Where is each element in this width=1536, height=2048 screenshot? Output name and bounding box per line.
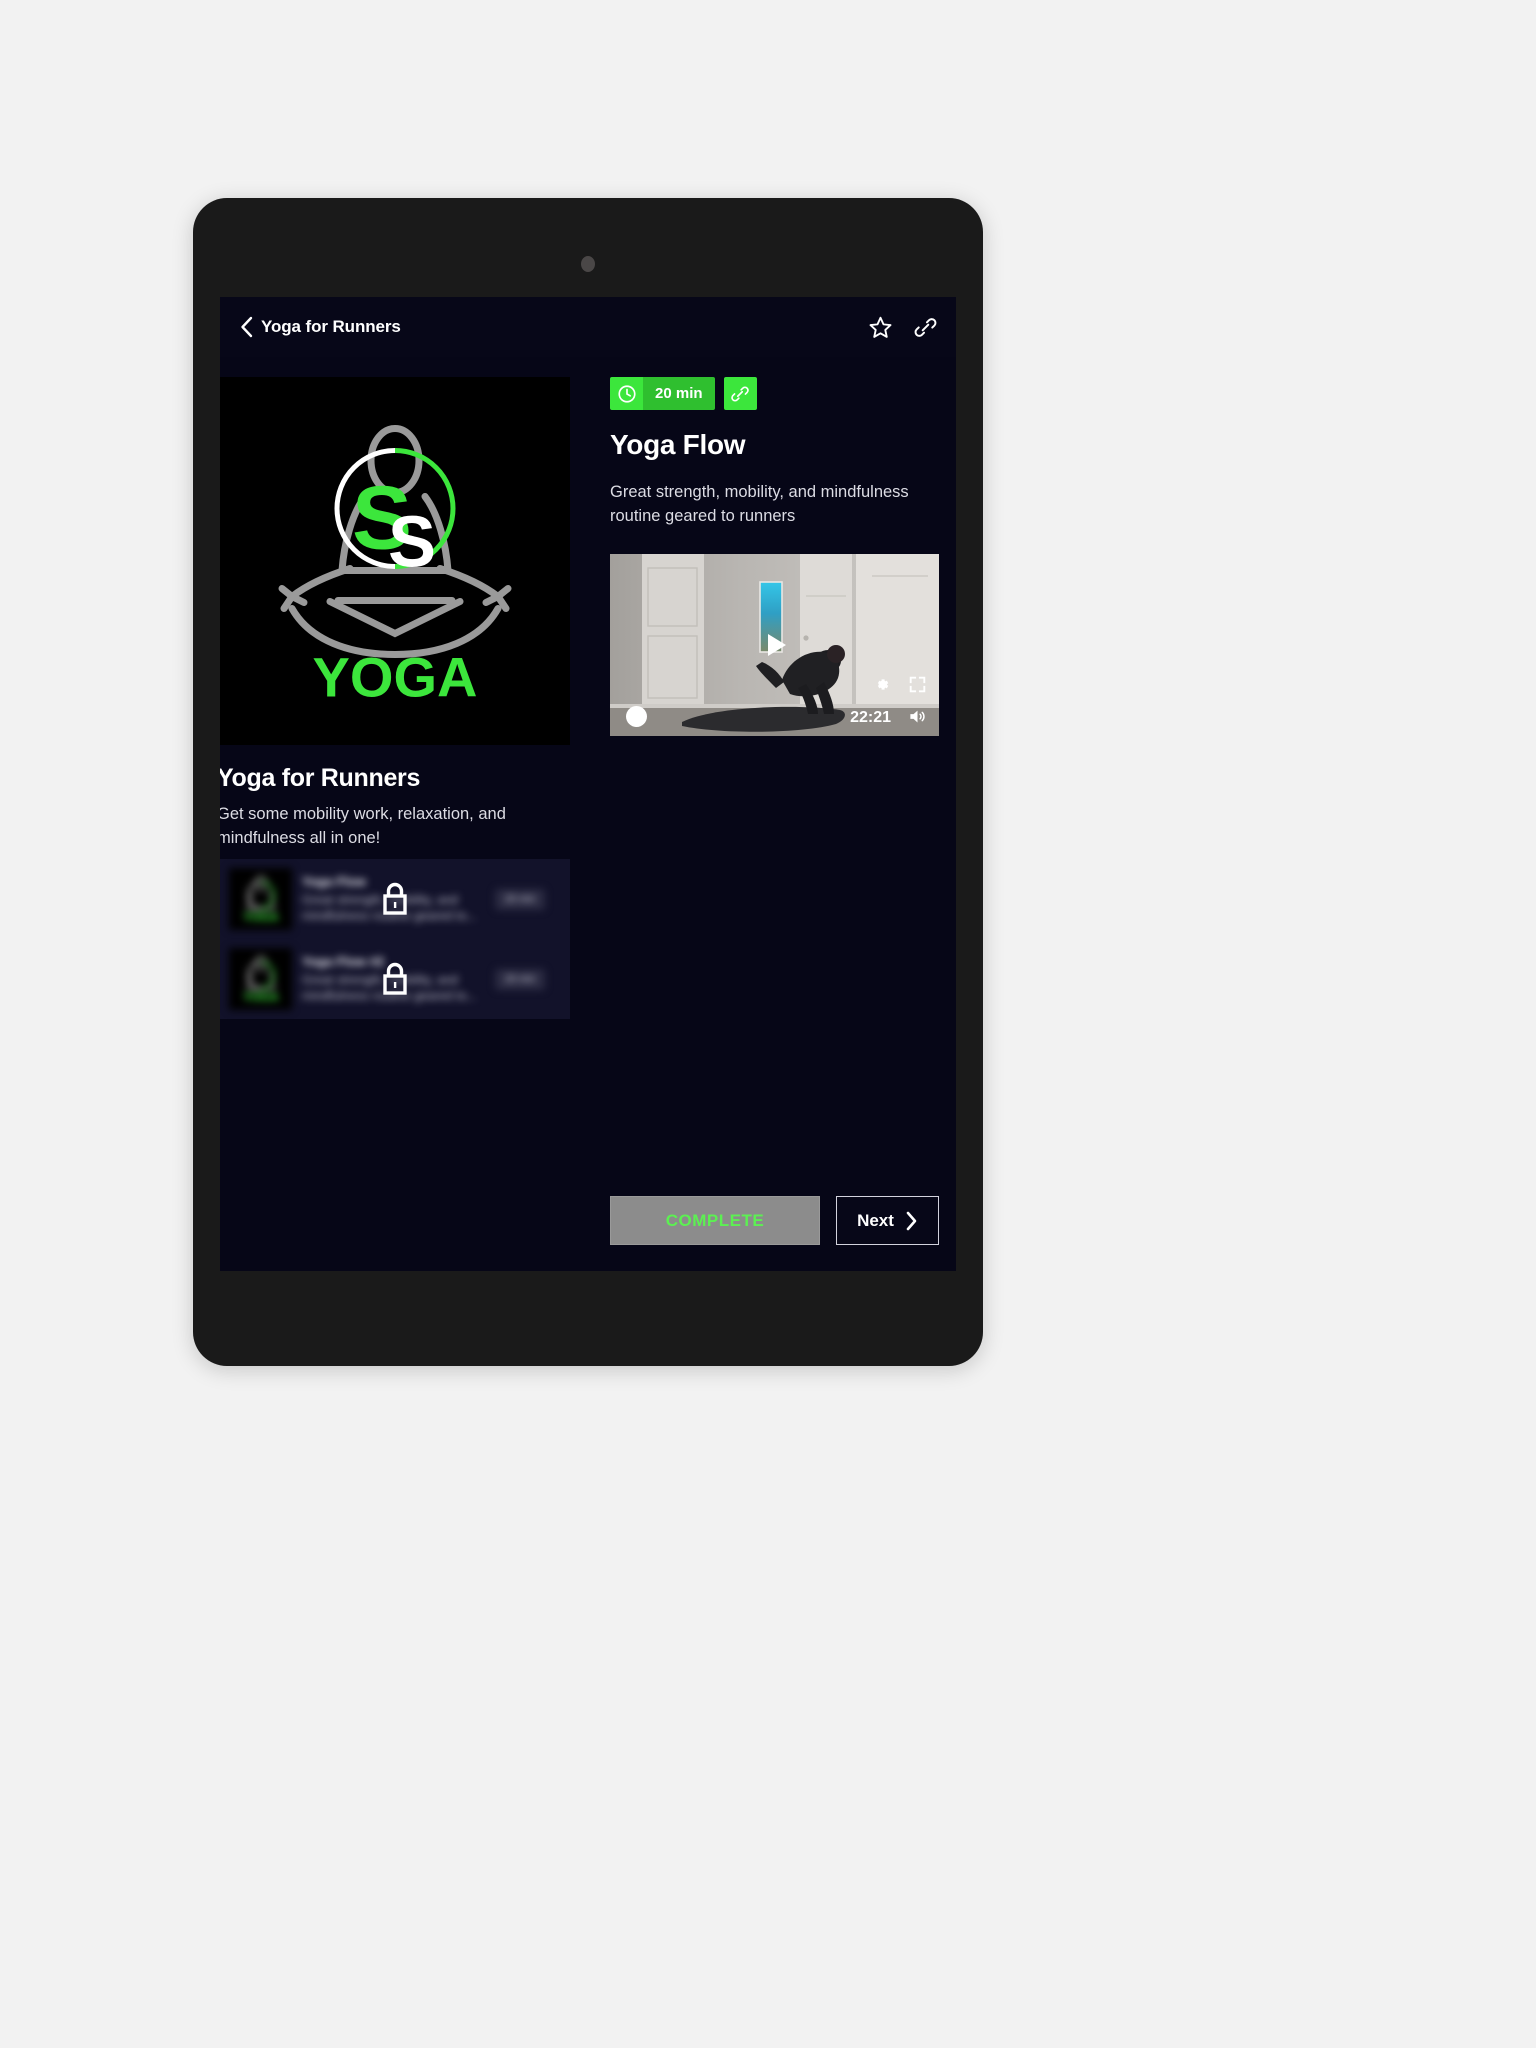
header-actions [868, 315, 938, 340]
course-detail-column: S S YOGA Yoga for Runners Get some mobil… [220, 377, 570, 1271]
front-camera-dot [581, 256, 595, 272]
yoga-logo-thumbnail-icon: YOGA [243, 955, 279, 1004]
link-icon[interactable] [913, 315, 938, 340]
video-scrubber-handle[interactable] [626, 706, 647, 727]
video-time-label: 22:21 [850, 709, 891, 726]
lesson-thumbnail: YOGA [229, 868, 292, 930]
lesson-detail-column: 20 min Yoga Flow Great strength, mobilit… [610, 377, 940, 736]
lesson-title: Yoga Flow [610, 429, 746, 460]
video-player[interactable]: 22:21 [610, 554, 939, 736]
svg-text:S: S [388, 503, 436, 583]
course-title: Yoga for Runners [220, 764, 421, 792]
list-item[interactable]: YOGA Yoga Flow #2 Great strength, mobili… [220, 939, 570, 1019]
lesson-duration-badge: 20 min [495, 888, 546, 910]
lesson-thumbnail: YOGA [229, 948, 292, 1010]
lesson-duration-badge: 20 min [495, 968, 546, 990]
page-title: Yoga for Runners [261, 317, 401, 336]
star-icon[interactable] [868, 315, 893, 340]
duration-badge[interactable]: 20 min [610, 377, 715, 410]
chevron-right-icon [906, 1211, 917, 1230]
duration-label: 20 min [643, 377, 715, 410]
clock-icon [617, 384, 636, 403]
gear-icon[interactable] [872, 675, 891, 694]
fullscreen-icon[interactable] [908, 675, 927, 694]
course-hero-image: S S YOGA [220, 377, 570, 745]
clock-icon-wrapper [610, 377, 643, 410]
lesson-description: Great strength, mobility, and mindfulnes… [610, 483, 909, 525]
link-icon [731, 385, 749, 402]
yoga-wordmark: YOGA [313, 646, 478, 704]
next-button-label: Next [857, 1210, 894, 1230]
volume-icon[interactable] [907, 707, 928, 726]
play-icon[interactable] [757, 627, 793, 663]
svg-text:YOGA: YOGA [243, 910, 279, 924]
list-item[interactable]: YOGA Yoga Flow Great strength, mobility,… [220, 859, 570, 939]
yoga-logo-graphic: S S YOGA [278, 425, 512, 704]
share-lesson-button[interactable] [723, 377, 757, 410]
app-header: Yoga for Runners [220, 297, 956, 357]
complete-button[interactable]: COMPLETE [610, 1196, 820, 1245]
svg-text:YOGA: YOGA [243, 990, 279, 1004]
course-description: Get some mobility work, relaxation, and … [220, 805, 506, 847]
lesson-meta-row: 20 min [610, 377, 940, 410]
tablet-screen: Yoga for Runners S S YOGA Yoga for Runne… [220, 297, 956, 1271]
footer-actions: COMPLETE Next [610, 1196, 940, 1245]
chevron-left-icon [240, 316, 252, 338]
lock-icon[interactable] [379, 880, 412, 918]
yoga-logo-thumbnail-icon: YOGA [243, 875, 279, 924]
next-button[interactable]: Next [836, 1196, 939, 1245]
lock-icon[interactable] [379, 960, 412, 998]
back-button[interactable] [233, 312, 259, 342]
